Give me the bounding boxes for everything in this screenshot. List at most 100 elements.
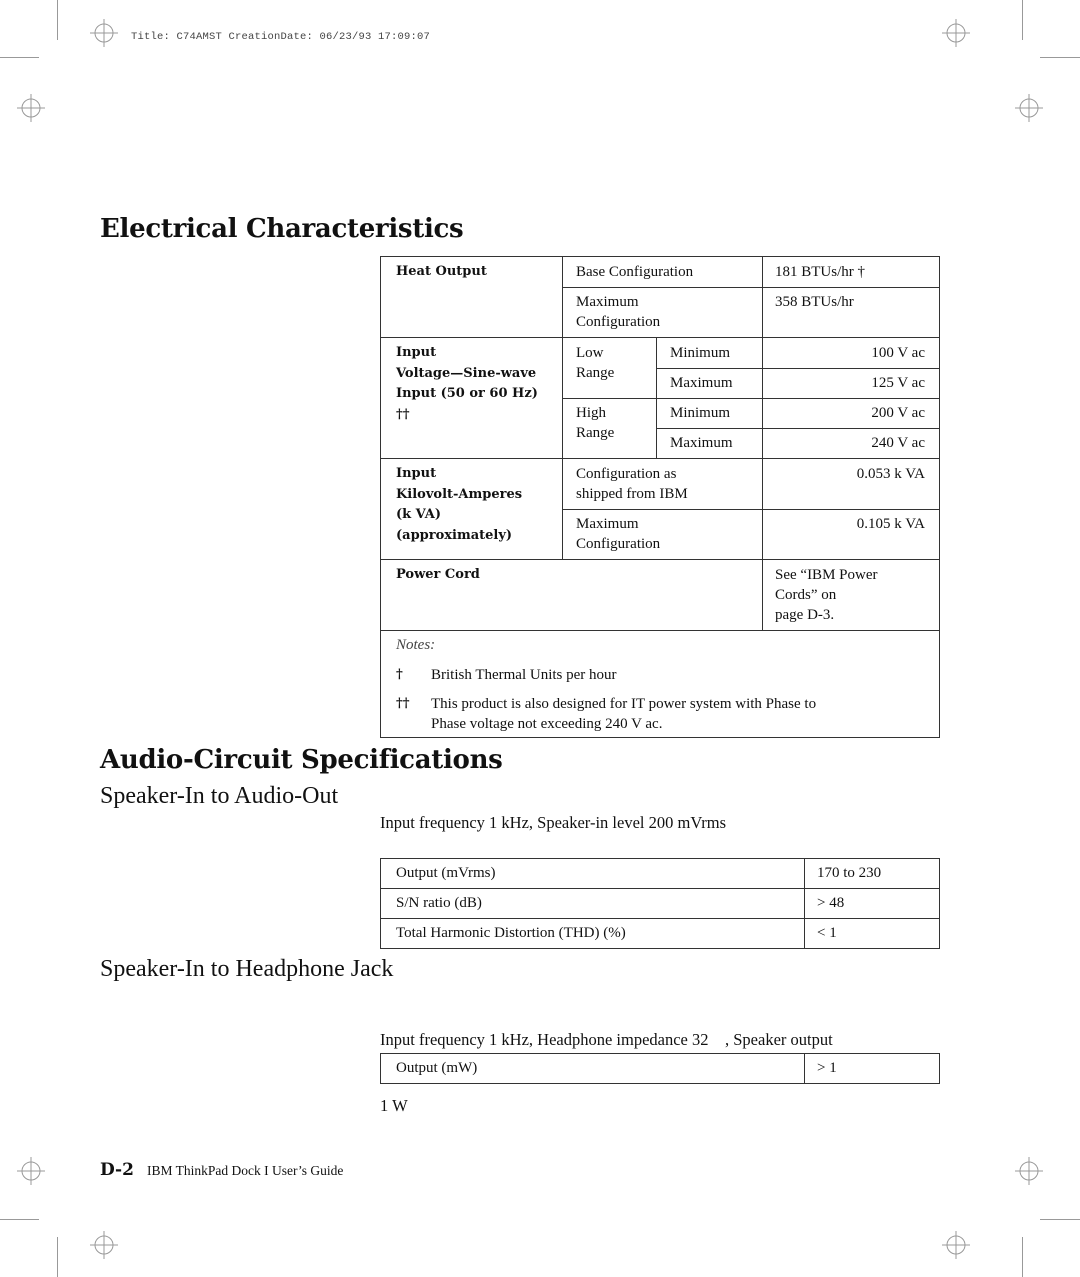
- kva-max-value: 0.105 k VA: [856, 516, 925, 532]
- value-cell: < 1: [804, 918, 940, 949]
- registration-mark-icon: [1014, 1156, 1044, 1186]
- label-line: Voltage—Sine-wave: [396, 365, 537, 381]
- table-row: Total Harmonic Distortion (THD) (%) < 1: [380, 918, 940, 949]
- label-line: (approximately): [396, 527, 513, 543]
- note-line: Phase voltage not exceeding 240 V ac.: [431, 716, 663, 732]
- document-title-line: Title: C74AMST CreationDate: 06/23/93 17…: [131, 31, 431, 43]
- heat-max-config-line: Maximum: [576, 294, 639, 310]
- config-line: shipped from IBM: [576, 486, 688, 502]
- row-label-input-kva: Input Kilovolt-Amperes (k VA) (approxima…: [396, 464, 522, 546]
- high-max-value: 240 V ac: [871, 435, 925, 451]
- table-row: Output (mVrms) 170 to 230: [380, 858, 940, 889]
- high-range-label: High Range: [576, 403, 614, 443]
- table-rule: [562, 509, 939, 510]
- headphone-table: Output (mW) > 1: [380, 1053, 940, 1084]
- table-rule: [562, 287, 939, 288]
- range-line: Low: [576, 345, 604, 361]
- section-heading-audio: Audio-Circuit Specifications: [100, 745, 503, 775]
- value-cell: > 1: [804, 1053, 940, 1084]
- heat-base-value: 181 BTUs/hr †: [775, 264, 865, 280]
- registration-mark-icon: [16, 93, 46, 123]
- label-line: Kilovolt-Amperes: [396, 486, 523, 502]
- low-min-value: 100 V ac: [871, 345, 925, 361]
- power-cord-reference[interactable]: See “IBM Power Cords” on page D-3.: [775, 565, 877, 625]
- config-line: Configuration as: [576, 466, 677, 482]
- value-cell: 170 to 230: [804, 858, 940, 889]
- table-row: Output (mW) > 1: [380, 1053, 940, 1084]
- kva-shipped-config: Configuration as shipped from IBM: [576, 464, 688, 504]
- table-rule: [562, 398, 939, 399]
- table-rule: [762, 257, 763, 630]
- table-row: S/N ratio (dB) > 48: [380, 888, 940, 919]
- row-label-input-voltage: Input Voltage—Sine-wave Input (50 or 60 …: [396, 343, 538, 425]
- row-label-heat-output: Heat Output: [396, 264, 487, 279]
- label-line: Input: [396, 345, 437, 360]
- crop-mark: [1040, 57, 1080, 58]
- config-line: Configuration: [576, 536, 661, 552]
- kva-shipped-value: 0.053 k VA: [856, 466, 925, 482]
- row-label-power-cord: Power Cord: [396, 567, 480, 582]
- range-line: High: [576, 405, 606, 421]
- table-rule: [656, 368, 939, 369]
- heat-max-config: Maximum Configuration: [576, 292, 660, 332]
- low-max-value: 125 V ac: [871, 375, 925, 391]
- label-line: Input: [396, 466, 437, 481]
- registration-mark-icon: [16, 1156, 46, 1186]
- table-rule: [381, 630, 939, 631]
- high-min-value: 200 V ac: [871, 405, 925, 421]
- table-rule: [381, 458, 939, 459]
- heat-max-value: 358 BTUs/hr: [775, 294, 854, 310]
- low-max-label: Maximum: [670, 375, 733, 391]
- crop-mark: [57, 0, 58, 40]
- crop-mark: [1022, 0, 1023, 40]
- registration-mark-icon: [941, 1230, 971, 1260]
- param-cell: Output (mVrms): [380, 858, 805, 889]
- crop-mark: [1040, 1219, 1080, 1220]
- subheading-speaker-audio-out: Speaker-In to Audio-Out: [100, 783, 339, 809]
- low-range-label: Low Range: [576, 343, 614, 383]
- table-rule: [656, 337, 657, 458]
- section-heading-electrical: Electrical Characteristics: [100, 214, 464, 244]
- label-line: Input (50 or 60 Hz): [396, 386, 538, 401]
- kva-max-config: Maximum Configuration: [576, 514, 660, 554]
- crop-mark: [0, 57, 39, 58]
- registration-mark-icon: [89, 1230, 119, 1260]
- crop-mark: [1022, 1237, 1023, 1277]
- note-mark-double-dagger: ††: [396, 696, 410, 711]
- page-number: D-2: [100, 1160, 134, 1180]
- label-line: (k VA): [396, 507, 441, 522]
- description-line: Input frequency 1 kHz, Headphone impedan…: [380, 1030, 833, 1049]
- note-text: This product is also designed for IT pow…: [431, 694, 816, 734]
- audio-out-description: Input frequency 1 kHz, Speaker-in level …: [380, 813, 726, 832]
- high-max-label: Maximum: [670, 435, 733, 451]
- table-rule: [562, 257, 563, 559]
- table-rule: [381, 337, 939, 338]
- high-min-label: Minimum: [670, 405, 731, 421]
- range-line: Range: [576, 365, 615, 381]
- reference-line: Cords” on: [775, 587, 837, 603]
- heat-max-config-line: Configuration: [576, 314, 661, 330]
- reference-line: See “IBM Power: [775, 567, 878, 583]
- audio-out-table: Output (mVrms) 170 to 230 S/N ratio (dB)…: [380, 858, 940, 949]
- page-footer: D-2 IBM ThinkPad Dock I User’s Guide: [100, 1160, 343, 1180]
- registration-mark-icon: [1014, 93, 1044, 123]
- registration-mark-icon: [89, 18, 119, 48]
- crop-mark: [57, 1237, 58, 1277]
- book-title: IBM ThinkPad Dock I User’s Guide: [147, 1163, 344, 1178]
- notes-label: Notes:: [396, 637, 436, 653]
- note-text: British Thermal Units per hour: [431, 667, 617, 683]
- param-cell: S/N ratio (dB): [380, 888, 805, 919]
- crop-mark: [0, 1219, 39, 1220]
- param-cell: Total Harmonic Distortion (THD) (%): [380, 918, 805, 949]
- label-line: ††: [396, 406, 410, 422]
- electrical-characteristics-table: Heat Output Base Configuration 181 BTUs/…: [380, 256, 940, 738]
- subheading-speaker-headphone: Speaker-In to Headphone Jack: [100, 956, 394, 982]
- table-rule: [381, 559, 939, 560]
- description-line: 1 W: [380, 1096, 408, 1115]
- note-mark-dagger: †: [396, 667, 403, 682]
- note-line: This product is also designed for IT pow…: [431, 696, 817, 712]
- low-min-label: Minimum: [670, 345, 731, 361]
- value-cell: > 48: [804, 888, 940, 919]
- table-rule: [656, 428, 939, 429]
- heat-base-config: Base Configuration: [576, 264, 694, 280]
